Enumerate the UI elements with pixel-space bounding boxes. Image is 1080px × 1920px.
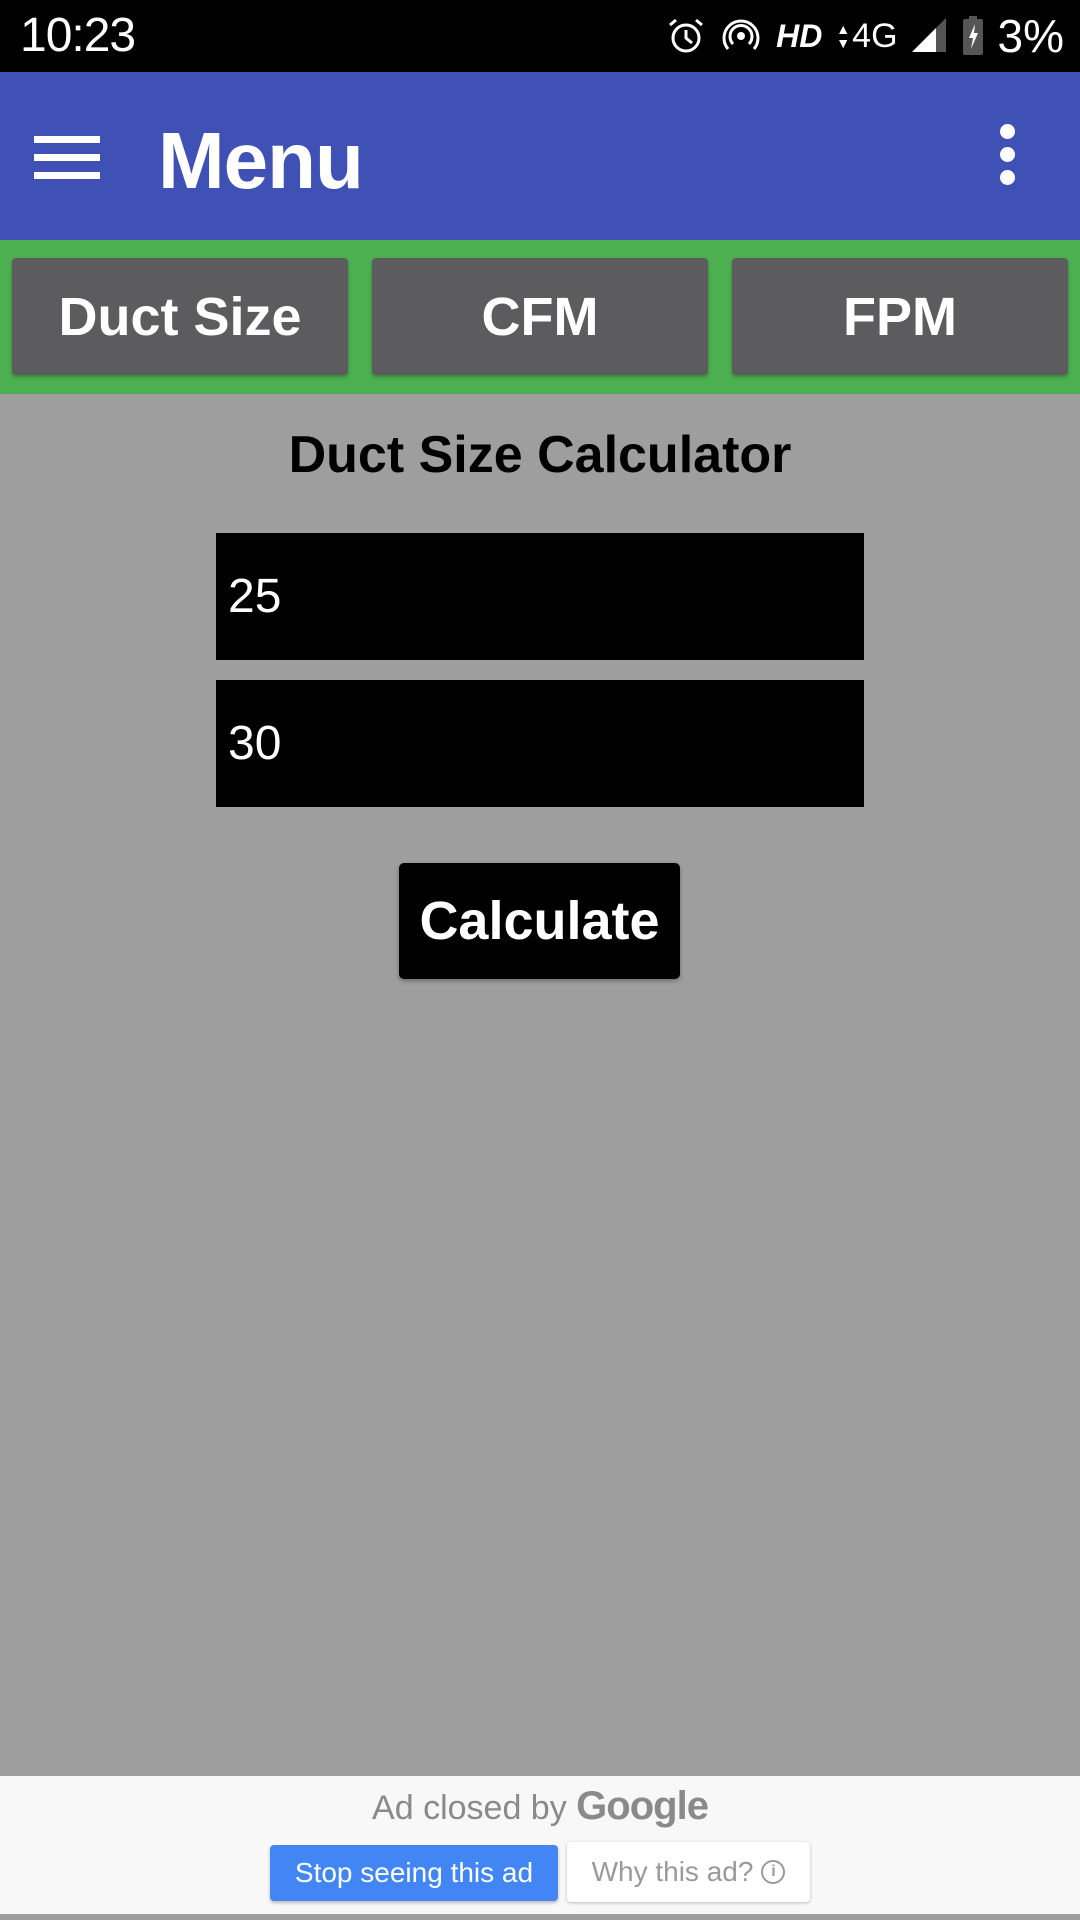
alarm-icon (669, 18, 704, 53)
hamburger-icon[interactable] (34, 136, 100, 180)
data-arrows-icon: ▲ ▼ (836, 21, 851, 51)
stop-seeing-ad-button[interactable]: Stop seeing this ad (270, 1845, 558, 1901)
second-input[interactable] (216, 680, 864, 807)
tab-fpm[interactable]: FPM (732, 258, 1068, 375)
more-vert-icon[interactable] (996, 124, 1030, 196)
status-icons: HD ▲ ▼ 4G 3% (666, 0, 1064, 72)
info-icon: i (761, 1860, 786, 1884)
app-title: Menu (158, 116, 364, 205)
app-bar: Menu (0, 72, 1080, 240)
tab-cfm[interactable]: CFM (372, 258, 708, 375)
tab-strip: Duct Size CFM FPM (0, 240, 1080, 394)
tab-duct-size[interactable]: Duct Size (12, 258, 348, 375)
hotspot-icon (722, 19, 760, 50)
network-indicator: ▲ ▼ 4G (836, 17, 897, 56)
ad-banner: Ad closed by Google Stop seeing this ad … (0, 1776, 1080, 1914)
hd-voice-icon: HD (776, 17, 823, 54)
calculator-title: Duct Size Calculator (288, 426, 792, 484)
ad-closed-message: Ad closed by Google (0, 1784, 1080, 1829)
why-this-ad-label: Why this ad? (591, 1856, 754, 1887)
status-bar: 10:23 HD ▲ ▼ 4G 3% (0, 0, 1080, 72)
calculate-button[interactable]: Calculate (399, 863, 680, 979)
status-time: 10:23 (20, 9, 136, 62)
first-input[interactable] (216, 533, 864, 660)
battery-percent: 3% (997, 10, 1064, 62)
battery-charging-icon (962, 16, 983, 55)
ad-closed-text: Ad closed by (372, 1789, 567, 1827)
why-this-ad-button[interactable]: Why this ad? i (567, 1842, 810, 1902)
network-type: 4G (852, 16, 898, 55)
google-logo: Google (576, 1784, 709, 1828)
signal-icon (911, 18, 946, 52)
bottom-strip (0, 1914, 1080, 1920)
